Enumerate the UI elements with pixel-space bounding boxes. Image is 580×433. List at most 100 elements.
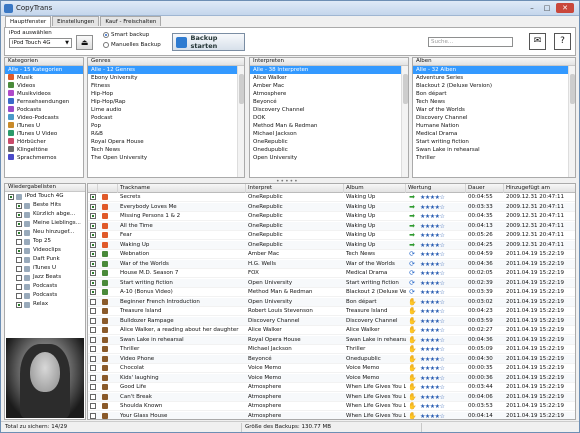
table-row[interactable]: Alice Walker, a reading about her daught…: [88, 326, 575, 335]
albums-item[interactable]: Swan Lake in rehearsal: [413, 146, 575, 154]
categories-item[interactable]: Video-Podcasts: [5, 114, 83, 122]
rating-stars[interactable]: ★★★★☆: [420, 326, 445, 335]
categories-item[interactable]: Musik: [5, 74, 83, 82]
track-checkbox[interactable]: [90, 412, 96, 419]
track-checkbox[interactable]: [90, 260, 96, 267]
albums-item[interactable]: Discovery Channel: [413, 114, 575, 122]
table-row[interactable]: Can't Break Atmosphere When Life Gives You…: [88, 392, 575, 402]
playlist-item[interactable]: iPod Touch 4G: [5, 192, 85, 201]
track-checkbox[interactable]: [90, 298, 96, 305]
track-checkbox[interactable]: [90, 327, 96, 333]
table-row[interactable]: Fear OneRepublic Waking Up ➡ ★★★★☆ 00:05:26 20…: [88, 231, 575, 240]
rating-stars[interactable]: ★★★★☆: [420, 288, 445, 297]
tab-kauf[interactable]: Kauf - Freischalten: [100, 16, 162, 26]
manual-backup-radio[interactable]: [103, 42, 109, 48]
help-button[interactable]: ?: [554, 33, 571, 50]
playlist-item[interactable]: Jazz Beats: [5, 273, 85, 282]
track-checkbox[interactable]: [90, 355, 96, 362]
genres-item[interactable]: Hip-Hop/Rap: [88, 98, 244, 106]
table-row[interactable]: A-10 (Bonus Video) Method Man & Redman Bla…: [88, 288, 575, 297]
smart-backup-radio[interactable]: [103, 32, 109, 38]
genres-item[interactable]: Tech News: [88, 146, 244, 154]
rating-stars[interactable]: ★★★★☆: [420, 298, 445, 307]
playlist-item[interactable]: Relax: [5, 300, 85, 309]
albums-scrollbar[interactable]: [568, 66, 575, 177]
track-checkbox[interactable]: [90, 270, 96, 276]
col-check[interactable]: [88, 184, 98, 193]
playlist-checkbox[interactable]: [16, 238, 22, 245]
manual-backup-option[interactable]: Manuelles Backup: [103, 42, 161, 48]
track-checkbox[interactable]: [90, 365, 96, 371]
categories-item[interactable]: iTunes U: [5, 122, 83, 130]
categories-item[interactable]: Fernsehsendungen: [5, 98, 83, 106]
playlist-checkbox[interactable]: [16, 220, 22, 227]
rating-stars[interactable]: ★★★★☆: [420, 193, 445, 202]
playlist-item[interactable]: Daft Punk: [5, 255, 85, 264]
categories-item[interactable]: Hörbücher: [5, 138, 83, 146]
track-checkbox[interactable]: [90, 393, 96, 400]
artists-item[interactable]: Alice Walker: [250, 74, 408, 82]
albums-item[interactable]: Blackout 2 (Deluxe Version): [413, 82, 575, 90]
track-checkbox[interactable]: [90, 232, 96, 238]
rating-stars[interactable]: ★★★★☆: [420, 241, 445, 250]
table-row[interactable]: Thriller Michael Jackson Thriller ✋ ★★★★☆ 00:…: [88, 345, 575, 354]
rating-stars[interactable]: ★★★★☆: [420, 336, 445, 345]
playlist-checkbox[interactable]: [8, 193, 14, 200]
albums-item[interactable]: Bon départ: [413, 90, 575, 98]
track-checkbox[interactable]: [90, 346, 96, 352]
categories-header[interactable]: Kategorien: [5, 58, 83, 66]
rating-stars[interactable]: ★★★★☆: [420, 269, 445, 278]
genres-item[interactable]: Podcast: [88, 114, 244, 122]
artists-item[interactable]: Atmosphere: [250, 90, 408, 98]
artists-item[interactable]: OneRepublic: [250, 138, 408, 146]
rating-stars[interactable]: ★★★★☆: [420, 393, 445, 402]
albums-item[interactable]: Alle - 32 Alben: [413, 66, 575, 74]
rating-stars[interactable]: ★★★★☆: [420, 231, 445, 240]
track-checkbox[interactable]: [90, 203, 96, 210]
rating-stars[interactable]: ★★★★☆: [420, 212, 445, 221]
track-checkbox[interactable]: [90, 213, 96, 219]
table-row[interactable]: Shoulda Known Atmosphere When Life Gives Y…: [88, 402, 575, 411]
genres-item[interactable]: Alle - 12 Genres: [88, 66, 244, 74]
col-artist[interactable]: Interpret: [246, 184, 344, 193]
col-rating[interactable]: Wertung: [406, 184, 466, 193]
track-checkbox[interactable]: [90, 194, 96, 200]
albums-item[interactable]: Tech News: [413, 98, 575, 106]
close-icon[interactable]: ✕: [556, 3, 574, 13]
tab-einstellungen[interactable]: Einstellungen: [52, 16, 100, 26]
rating-stars[interactable]: ★★★★☆: [420, 364, 445, 373]
playlist-item[interactable]: Podcasts: [5, 282, 85, 291]
table-row[interactable]: Treasure Island Robert Louis Stevenson Tre…: [88, 307, 575, 316]
playlist-item[interactable]: Top 25: [5, 237, 85, 246]
table-row[interactable]: Swan Lake in rehearsal Royal Opera House S…: [88, 335, 575, 345]
rating-stars[interactable]: ★★★★☆: [420, 250, 445, 259]
rating-stars[interactable]: ★★★★☆: [420, 374, 445, 383]
rating-stars[interactable]: ★★★★☆: [420, 317, 445, 326]
genres-item[interactable]: Fitness: [88, 82, 244, 90]
rating-stars[interactable]: ★★★★☆: [420, 260, 445, 269]
rating-stars[interactable]: ★★★★☆: [420, 203, 445, 212]
playlist-checkbox[interactable]: [16, 202, 22, 209]
table-row[interactable]: Waking Up OneRepublic Waking Up ➡ ★★★★☆ 00:04…: [88, 240, 575, 250]
track-checkbox[interactable]: [90, 336, 96, 343]
rating-stars[interactable]: ★★★★☆: [420, 355, 445, 364]
playlist-checkbox[interactable]: [16, 247, 22, 254]
artists-item[interactable]: Amber Mac: [250, 82, 408, 90]
artists-scrollbar[interactable]: [401, 66, 408, 177]
albums-item[interactable]: Thriller: [413, 154, 575, 162]
minimize-icon[interactable]: –: [525, 3, 539, 13]
smart-backup-option[interactable]: Smart backup: [103, 32, 149, 38]
playlist-item[interactable]: Videoclips: [5, 246, 85, 255]
table-row[interactable]: Everybody Loves Me OneRepublic Waking Up ➡ ★…: [88, 202, 575, 212]
col-duration[interactable]: Dauer: [466, 184, 504, 193]
playlist-item[interactable]: Podcasts: [5, 291, 85, 300]
track-checkbox[interactable]: [90, 241, 96, 248]
categories-item[interactable]: Klingeltöne: [5, 146, 83, 154]
artists-item[interactable]: Beyoncé: [250, 98, 408, 106]
artists-item[interactable]: Alle - 38 Interpreten: [250, 66, 408, 74]
genres-item[interactable]: The Open University: [88, 154, 244, 162]
genres-item[interactable]: Pop: [88, 122, 244, 130]
search-input[interactable]: Suche...: [428, 37, 513, 47]
rating-stars[interactable]: ★★★★☆: [420, 383, 445, 392]
rating-stars[interactable]: ★★★★☆: [420, 345, 445, 354]
